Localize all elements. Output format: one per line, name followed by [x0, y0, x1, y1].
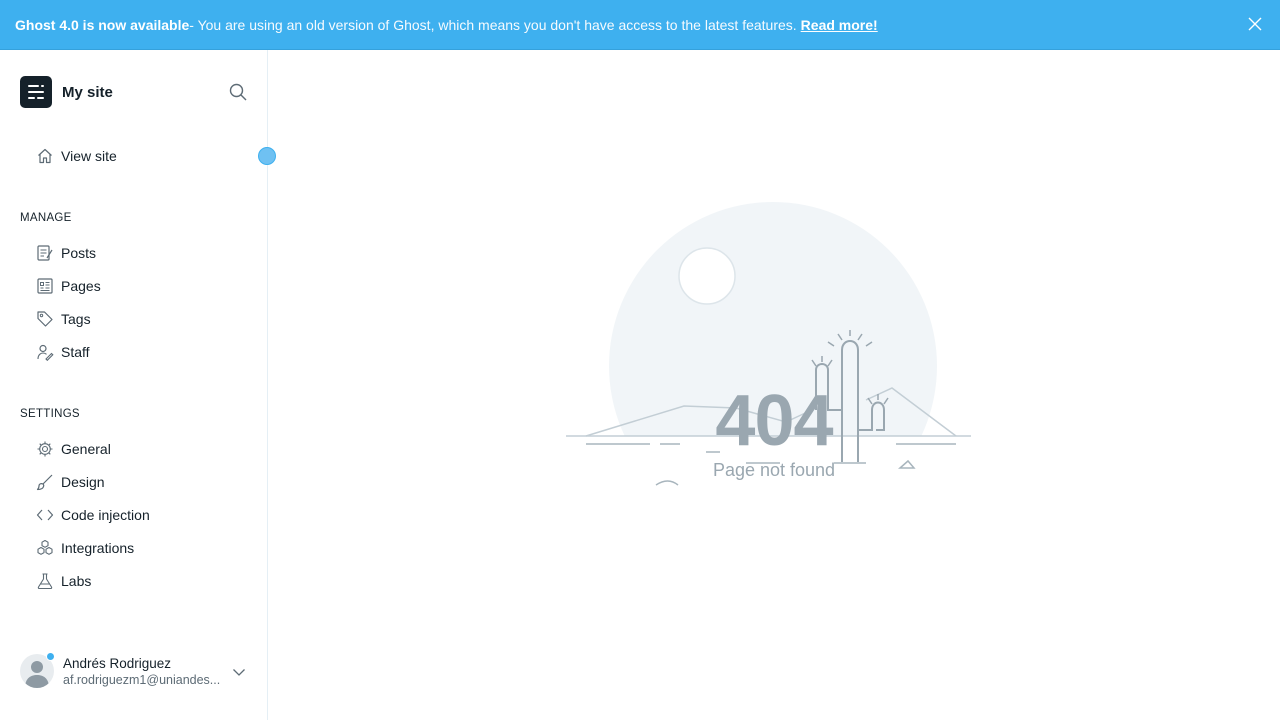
user-email: af.rodriguezm1@uniandes...	[63, 672, 221, 687]
nav-design[interactable]: Design	[36, 471, 105, 493]
error-code: 404	[715, 381, 833, 461]
nav-label: Design	[61, 474, 105, 490]
settings-section-title: SETTINGS	[20, 408, 80, 420]
nav-label: Pages	[61, 278, 101, 294]
online-indicator	[46, 652, 55, 661]
nav-integrations[interactable]: Integrations	[36, 537, 134, 559]
tag-icon	[36, 310, 54, 328]
brand[interactable]: My site	[20, 76, 113, 108]
pages-icon	[36, 277, 54, 295]
nav-label: Code injection	[61, 507, 150, 523]
flask-icon	[36, 572, 54, 590]
nav-label: Staff	[61, 344, 90, 360]
posts-icon	[36, 244, 54, 262]
user-menu[interactable]: Andrés Rodriguez af.rodriguezm1@uniandes…	[20, 652, 260, 690]
nav-labs[interactable]: Labs	[36, 570, 91, 592]
nav-code-injection[interactable]: Code injection	[36, 504, 150, 526]
manage-section-title: MANAGE	[20, 212, 72, 224]
banner-message: - You are using an old version of Ghost,…	[189, 16, 797, 33]
chevron-down-icon[interactable]	[232, 665, 246, 679]
staff-icon	[36, 343, 54, 361]
nav-view-site[interactable]: View site	[36, 145, 117, 167]
banner-title: Ghost 4.0 is now available	[15, 16, 190, 33]
search-icon[interactable]	[228, 82, 248, 102]
nav-label: Tags	[61, 311, 91, 327]
nav-label: View site	[61, 148, 117, 164]
close-icon[interactable]	[1248, 17, 1262, 31]
main-content: 404 Page not found	[268, 50, 1280, 720]
nav-label: Posts	[61, 245, 97, 261]
site-logo-icon	[20, 76, 52, 108]
sidebar: My site View site MANAGE Posts Pages Tag…	[0, 50, 276, 720]
error-message: Page not found	[712, 460, 836, 480]
nav-label: Labs	[61, 573, 92, 589]
code-icon	[36, 506, 54, 524]
nav-staff[interactable]: Staff	[36, 341, 90, 363]
nav-label: General	[61, 441, 111, 457]
nav-posts[interactable]: Posts	[36, 242, 96, 264]
nav-pages[interactable]: Pages	[36, 275, 101, 297]
update-banner: Ghost 4.0 is now available - You are usi…	[0, 0, 1280, 50]
gear-icon	[36, 440, 54, 458]
brush-icon	[36, 473, 54, 491]
nav-tags[interactable]: Tags	[36, 308, 91, 330]
home-icon	[36, 147, 54, 165]
nav-label: Integrations	[61, 540, 135, 556]
site-name: My site	[62, 83, 113, 101]
read-more-link[interactable]: Read more!	[801, 17, 878, 33]
user-name: Andrés Rodriguez	[63, 655, 172, 671]
nav-general[interactable]: General	[36, 438, 111, 460]
integrations-icon	[36, 539, 54, 557]
